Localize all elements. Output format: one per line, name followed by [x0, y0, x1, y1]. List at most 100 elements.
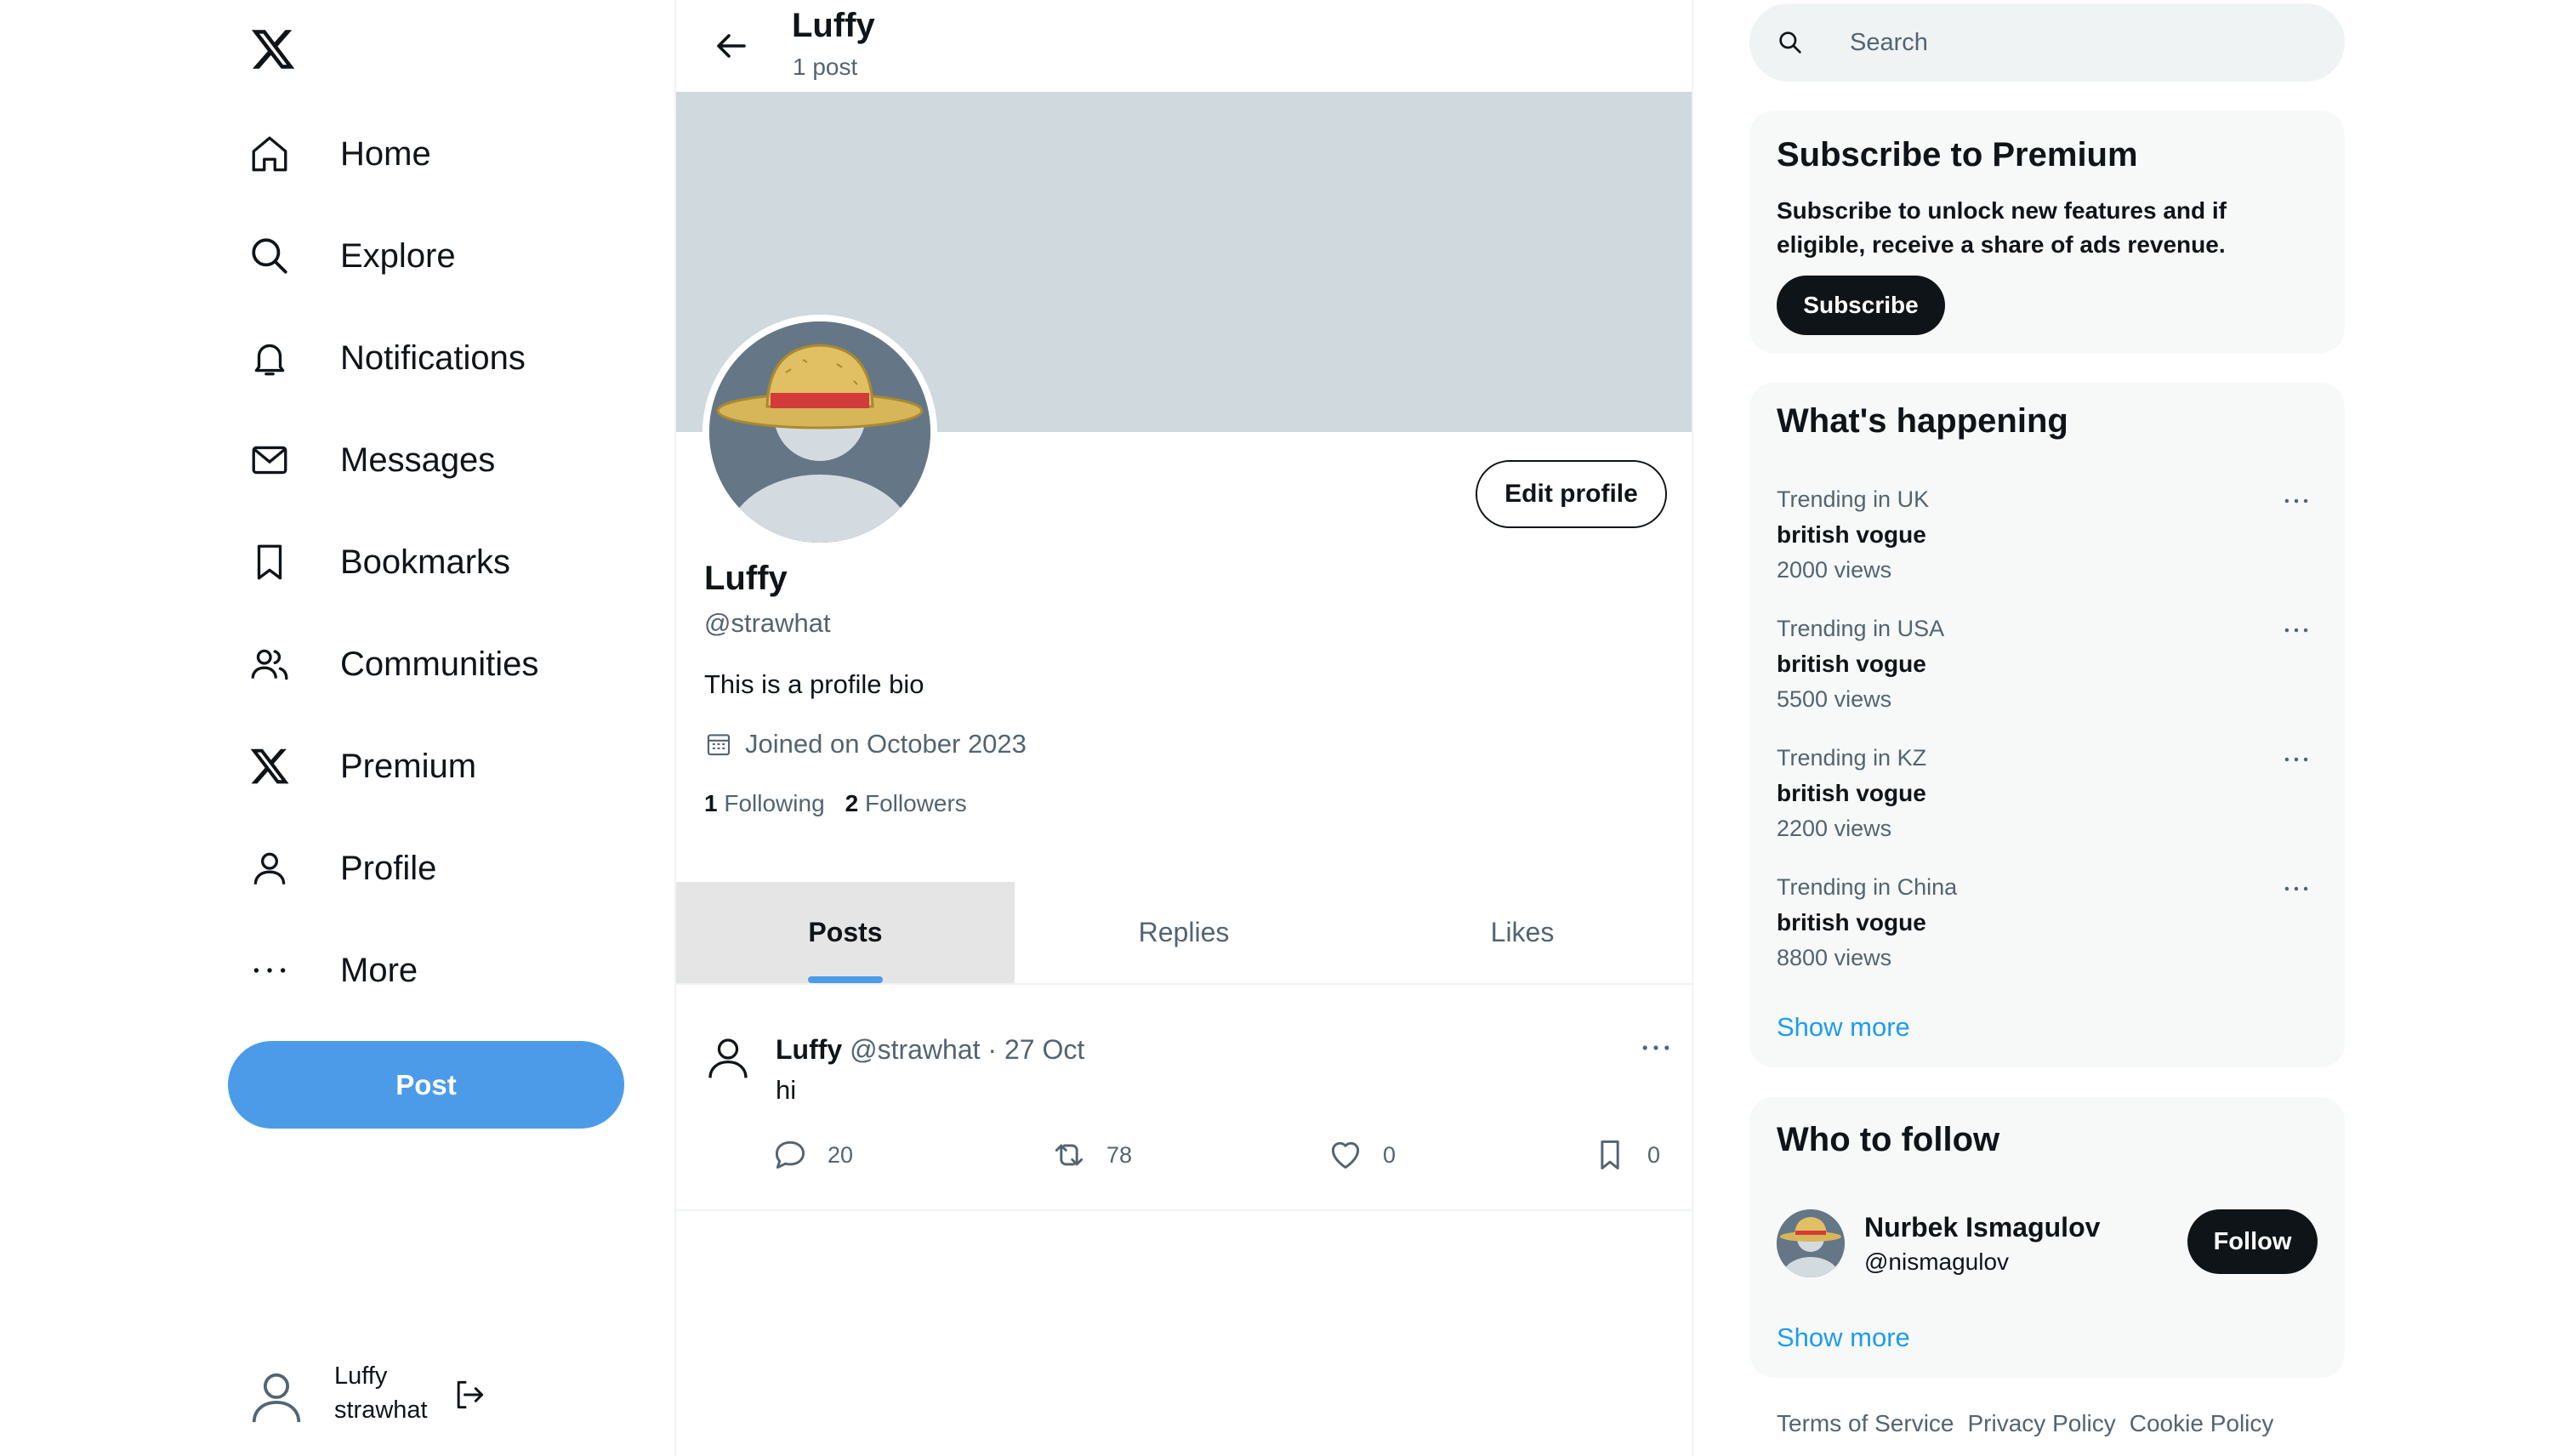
sidebar-item-label: Bookmarks: [340, 543, 511, 581]
joined-text: Joined on October 2023: [745, 729, 1027, 759]
trend-item[interactable]: Trending in KZ british vogue 2200 views: [1777, 745, 2321, 856]
trends-show-more-link[interactable]: Show more: [1777, 1012, 1910, 1043]
account-name: Luffy: [334, 1362, 388, 1390]
right-sidebar: Subscribe to Premium Subscribe to unlock…: [1749, 0, 2345, 1456]
reply-button[interactable]: 20: [771, 1136, 853, 1174]
profile-name: Luffy: [704, 560, 788, 597]
following-count: 1: [704, 790, 718, 816]
premium-title: Subscribe to Premium: [1777, 136, 2138, 173]
left-sidebar: Home Explore Notifications Messages Book…: [0, 0, 674, 1456]
search-bar[interactable]: [1749, 3, 2345, 82]
person-icon: [248, 847, 291, 890]
followers-link[interactable]: 2 Followers: [845, 790, 967, 817]
logout-icon[interactable]: [451, 1376, 488, 1413]
post-button[interactable]: Post: [228, 1041, 624, 1129]
tab-label: Posts: [808, 917, 883, 947]
trends-title: What's happening: [1777, 402, 2068, 440]
sidebar-item-bookmarks[interactable]: Bookmarks: [243, 524, 668, 600]
sidebar-item-communities[interactable]: Communities: [243, 626, 668, 702]
tab-replies[interactable]: Replies: [1015, 882, 1353, 983]
post-item[interactable]: Luffy @strawhat · 27 Oct hi 20 78 0 0: [676, 985, 1692, 1211]
more-horizontal-icon[interactable]: [2280, 873, 2312, 905]
person-icon: [247, 1368, 306, 1427]
header-profile-name: Luffy: [792, 7, 875, 44]
x-logo-icon[interactable]: [248, 26, 298, 73]
suggested-user-handle: @nismagulov: [1864, 1248, 2010, 1275]
repost-button[interactable]: 78: [1050, 1136, 1132, 1174]
premium-text: Subscribe to unlock new features and if …: [1777, 197, 2227, 258]
sidebar-item-home[interactable]: Home: [243, 116, 668, 192]
sidebar-item-more[interactable]: More: [243, 932, 668, 1009]
trend-topic: british vogue: [1777, 521, 1926, 548]
tab-posts[interactable]: Posts: [676, 882, 1015, 983]
who-to-follow-card: Who to follow Nurbek Ismagulov @nismagul…: [1749, 1097, 2345, 1378]
account-switcher[interactable]: Luffy strawhat: [247, 1352, 519, 1437]
post-author[interactable]: Luffy: [776, 1034, 842, 1065]
terms-link[interactable]: Terms of Service: [1777, 1410, 1954, 1437]
home-icon: [248, 133, 291, 175]
premium-card: Subscribe to Premium Subscribe to unlock…: [1749, 111, 2345, 353]
subscribe-button[interactable]: Subscribe: [1777, 276, 1945, 335]
sidebar-item-label: Notifications: [340, 338, 526, 377]
trend-item[interactable]: Trending in USA british vogue 5500 views: [1777, 616, 2321, 726]
trend-views: 2200 views: [1777, 816, 1892, 841]
more-horizontal-icon[interactable]: [2280, 614, 2312, 646]
trend-context: Trending in UK: [1777, 486, 1930, 512]
sidebar-item-label: Premium: [340, 747, 477, 785]
followers-label: Followers: [865, 790, 967, 816]
following-link[interactable]: 1 Following: [704, 790, 825, 817]
post-meta: @strawhat · 27 Oct: [850, 1034, 1085, 1065]
profile-tabs: Posts Replies Likes: [676, 882, 1692, 985]
profile-avatar[interactable]: [702, 315, 937, 549]
who-to-follow-title: Who to follow: [1777, 1121, 2000, 1158]
trend-topic: british vogue: [1777, 651, 1926, 677]
privacy-link[interactable]: Privacy Policy: [1968, 1410, 2116, 1437]
sidebar-item-label: Explore: [340, 236, 456, 275]
header-post-count: 1 post: [793, 54, 858, 80]
sidebar-item-notifications[interactable]: Notifications: [243, 320, 668, 396]
sidebar-item-explore[interactable]: Explore: [243, 218, 668, 294]
profile-handle: @strawhat: [704, 608, 831, 638]
edit-profile-button[interactable]: Edit profile: [1476, 460, 1667, 528]
footer-links: Terms of Service Privacy Policy Cookie P…: [1777, 1410, 2273, 1437]
sidebar-item-premium[interactable]: Premium: [243, 728, 668, 805]
trend-views: 8800 views: [1777, 945, 1892, 970]
sidebar-item-messages[interactable]: Messages: [243, 422, 668, 498]
post-header: Luffy @strawhat · 27 Oct: [776, 1034, 1084, 1066]
back-arrow-icon[interactable]: [710, 26, 751, 66]
sidebar-item-label: Home: [340, 134, 431, 173]
trend-item[interactable]: Trending in China british vogue 8800 vie…: [1777, 874, 2321, 985]
trend-context: Trending in KZ: [1777, 745, 1927, 771]
follow-button[interactable]: Follow: [2187, 1209, 2318, 1274]
bookmark-icon: [248, 541, 291, 583]
follow-show-more-link[interactable]: Show more: [1777, 1322, 1910, 1353]
like-button[interactable]: 0: [1327, 1136, 1396, 1174]
trend-context: Trending in China: [1777, 874, 1958, 900]
suggested-user-name[interactable]: Nurbek Ismagulov: [1864, 1212, 2100, 1243]
profile-bio: This is a profile bio: [704, 669, 924, 699]
followers-count: 2: [845, 790, 859, 816]
more-horizontal-icon[interactable]: [1637, 1029, 1675, 1066]
people-icon: [248, 643, 291, 685]
suggested-user-avatar[interactable]: [1777, 1209, 1845, 1277]
account-handle: strawhat: [334, 1396, 428, 1424]
tab-label: Replies: [1138, 917, 1230, 947]
search-input[interactable]: [1850, 28, 2292, 57]
bookmark-button[interactable]: 0: [1591, 1136, 1660, 1174]
more-horizontal-icon[interactable]: [2280, 485, 2312, 517]
profile-header-bar: Luffy 1 post: [676, 0, 1692, 92]
person-icon[interactable]: [704, 1034, 752, 1082]
reply-icon: [771, 1136, 809, 1174]
calendar-icon: [704, 730, 733, 759]
reply-count: 20: [828, 1141, 854, 1168]
repost-count: 78: [1106, 1141, 1133, 1168]
tab-likes[interactable]: Likes: [1353, 882, 1692, 983]
tab-label: Likes: [1490, 917, 1555, 947]
post-text: hi: [776, 1075, 797, 1105]
trend-topic: british vogue: [1777, 780, 1926, 806]
following-label: Following: [724, 790, 825, 816]
cookie-link[interactable]: Cookie Policy: [2130, 1410, 2274, 1437]
more-horizontal-icon[interactable]: [2280, 743, 2312, 776]
sidebar-item-profile[interactable]: Profile: [243, 830, 668, 907]
trend-item[interactable]: Trending in UK british vogue 2000 views: [1777, 486, 2321, 597]
